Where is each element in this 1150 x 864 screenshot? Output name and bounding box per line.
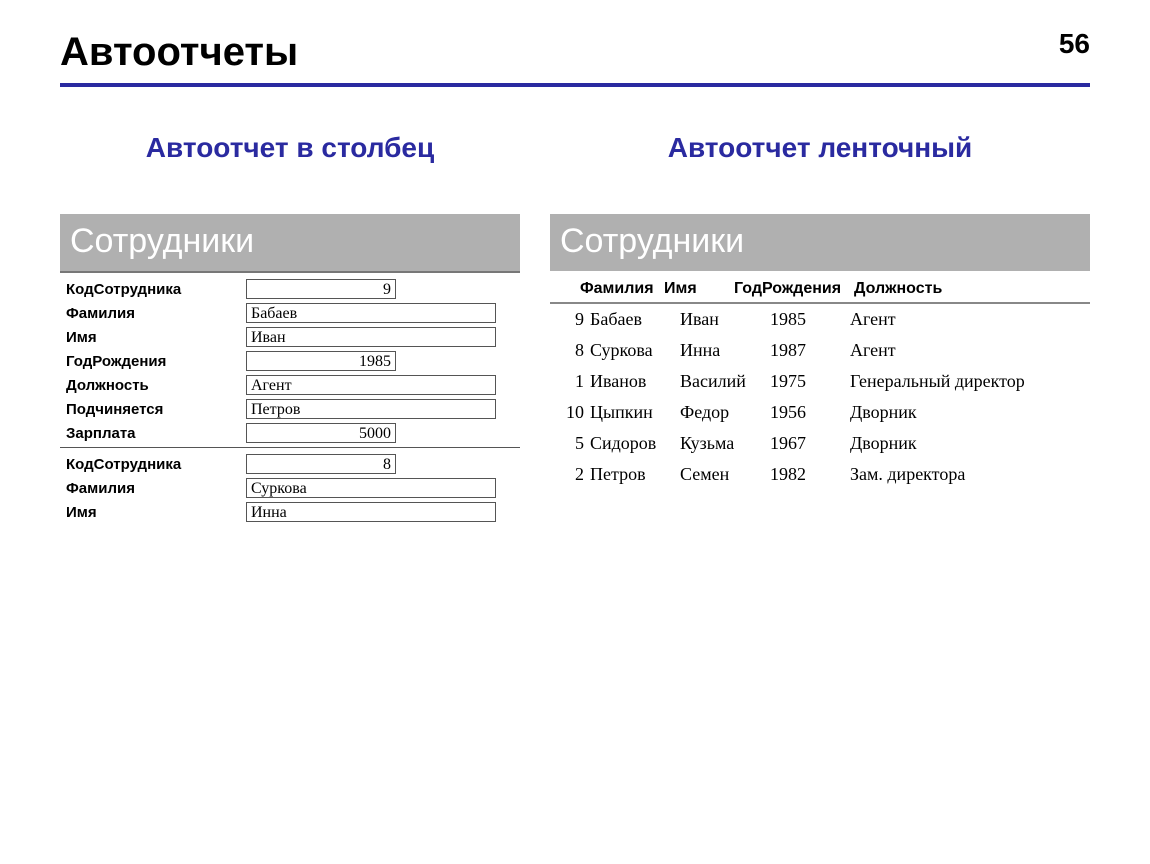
columns-container: Автоотчет в столбец Сотрудники КодСотруд…	[60, 132, 1090, 526]
field-row: Фамилия Бабаев	[60, 301, 520, 325]
columnar-report: КодСотрудника 9 Фамилия Бабаев Имя Иван …	[60, 271, 520, 526]
table-row: 8 Суркова Инна 1987 Агент	[550, 335, 1090, 366]
cell-surname: Цыпкин	[590, 402, 680, 423]
field-label-name: Имя	[66, 504, 246, 521]
field-row: КодСотрудника 9	[60, 277, 520, 301]
cell-position: Агент	[850, 340, 1090, 361]
cell-surname: Петров	[590, 464, 680, 485]
table-row: 10 Цыпкин Федор 1956 Дворник	[550, 397, 1090, 428]
field-label-position: Должность	[66, 377, 246, 394]
field-value-name: Иван	[246, 327, 496, 347]
cell-name: Инна	[680, 340, 770, 361]
field-value-name: Инна	[246, 502, 496, 522]
field-label-reports-to: Подчиняется	[66, 401, 246, 418]
field-row: Должность Агент	[60, 373, 520, 397]
cell-birth: 1975	[770, 371, 850, 392]
cell-id: 10	[550, 402, 590, 423]
field-label-name: Имя	[66, 329, 246, 346]
right-column: Автоотчет ленточный Сотрудники Фамилия И…	[550, 132, 1090, 526]
cell-id: 8	[550, 340, 590, 361]
field-label-surname: Фамилия	[66, 480, 246, 497]
cell-position: Агент	[850, 309, 1090, 330]
field-value-surname: Бабаев	[246, 303, 496, 323]
cell-surname: Суркова	[590, 340, 680, 361]
field-row: ГодРождения 1985	[60, 349, 520, 373]
left-report-banner: Сотрудники	[60, 214, 520, 271]
slide-title: Автоотчеты	[60, 30, 1090, 75]
field-value-reports-to: Петров	[246, 399, 496, 419]
field-value-salary: 5000	[246, 423, 396, 443]
cell-surname: Сидоров	[590, 433, 680, 454]
col-header-name: Имя	[664, 280, 734, 298]
page-number: 56	[1059, 28, 1090, 60]
col-header-surname: Фамилия	[580, 280, 664, 298]
field-label-code: КодСотрудника	[66, 456, 246, 473]
cell-name: Иван	[680, 309, 770, 330]
cell-id: 1	[550, 371, 590, 392]
table-row: 9 Бабаев Иван 1985 Агент	[550, 304, 1090, 335]
left-column: Автоотчет в столбец Сотрудники КодСотруд…	[60, 132, 520, 526]
field-row: Имя Инна	[60, 500, 520, 524]
field-value-surname: Суркова	[246, 478, 496, 498]
table-row: 1 Иванов Василий 1975 Генеральный директ…	[550, 366, 1090, 397]
field-row: Подчиняется Петров	[60, 397, 520, 421]
cell-birth: 1985	[770, 309, 850, 330]
cell-position: Дворник	[850, 402, 1090, 423]
cell-birth: 1987	[770, 340, 850, 361]
field-row: Фамилия Суркова	[60, 476, 520, 500]
cell-position: Генеральный директор	[850, 371, 1090, 392]
table-header: Фамилия Имя ГодРождения Должность	[550, 275, 1090, 304]
slide: 56 Автоотчеты Автоотчет в столбец Сотруд…	[0, 0, 1150, 864]
col-header-position: Должность	[854, 280, 1090, 298]
cell-id: 9	[550, 309, 590, 330]
title-rule	[60, 83, 1090, 87]
col-header-birth: ГодРождения	[734, 280, 854, 298]
field-value-code: 8	[246, 454, 396, 474]
field-label-birth: ГодРождения	[66, 353, 246, 370]
cell-birth: 1967	[770, 433, 850, 454]
cell-id: 5	[550, 433, 590, 454]
field-value-birth: 1985	[246, 351, 396, 371]
field-row: Имя Иван	[60, 325, 520, 349]
cell-name: Семен	[680, 464, 770, 485]
cell-position: Зам. директора	[850, 464, 1090, 485]
cell-name: Кузьма	[680, 433, 770, 454]
field-value-position: Агент	[246, 375, 496, 395]
field-row: КодСотрудника 8	[60, 452, 520, 476]
cell-surname: Иванов	[590, 371, 680, 392]
tabular-report: Фамилия Имя ГодРождения Должность 9 Баба…	[550, 275, 1090, 490]
cell-name: Федор	[680, 402, 770, 423]
cell-surname: Бабаев	[590, 309, 680, 330]
table-row: 2 Петров Семен 1982 Зам. директора	[550, 459, 1090, 490]
table-row: 5 Сидоров Кузьма 1967 Дворник	[550, 428, 1090, 459]
cell-name: Василий	[680, 371, 770, 392]
cell-id: 2	[550, 464, 590, 485]
left-heading: Автоотчет в столбец	[60, 132, 520, 164]
field-row: Зарплата 5000	[60, 421, 520, 445]
cell-position: Дворник	[850, 433, 1090, 454]
cell-birth: 1982	[770, 464, 850, 485]
record: КодСотрудника 9 Фамилия Бабаев Имя Иван …	[60, 273, 520, 448]
record: КодСотрудника 8 Фамилия Суркова Имя Инна	[60, 448, 520, 526]
field-label-salary: Зарплата	[66, 425, 246, 442]
cell-birth: 1956	[770, 402, 850, 423]
right-report-banner: Сотрудники	[550, 214, 1090, 271]
field-label-surname: Фамилия	[66, 305, 246, 322]
right-heading: Автоотчет ленточный	[550, 132, 1090, 164]
field-label-code: КодСотрудника	[66, 281, 246, 298]
field-value-code: 9	[246, 279, 396, 299]
